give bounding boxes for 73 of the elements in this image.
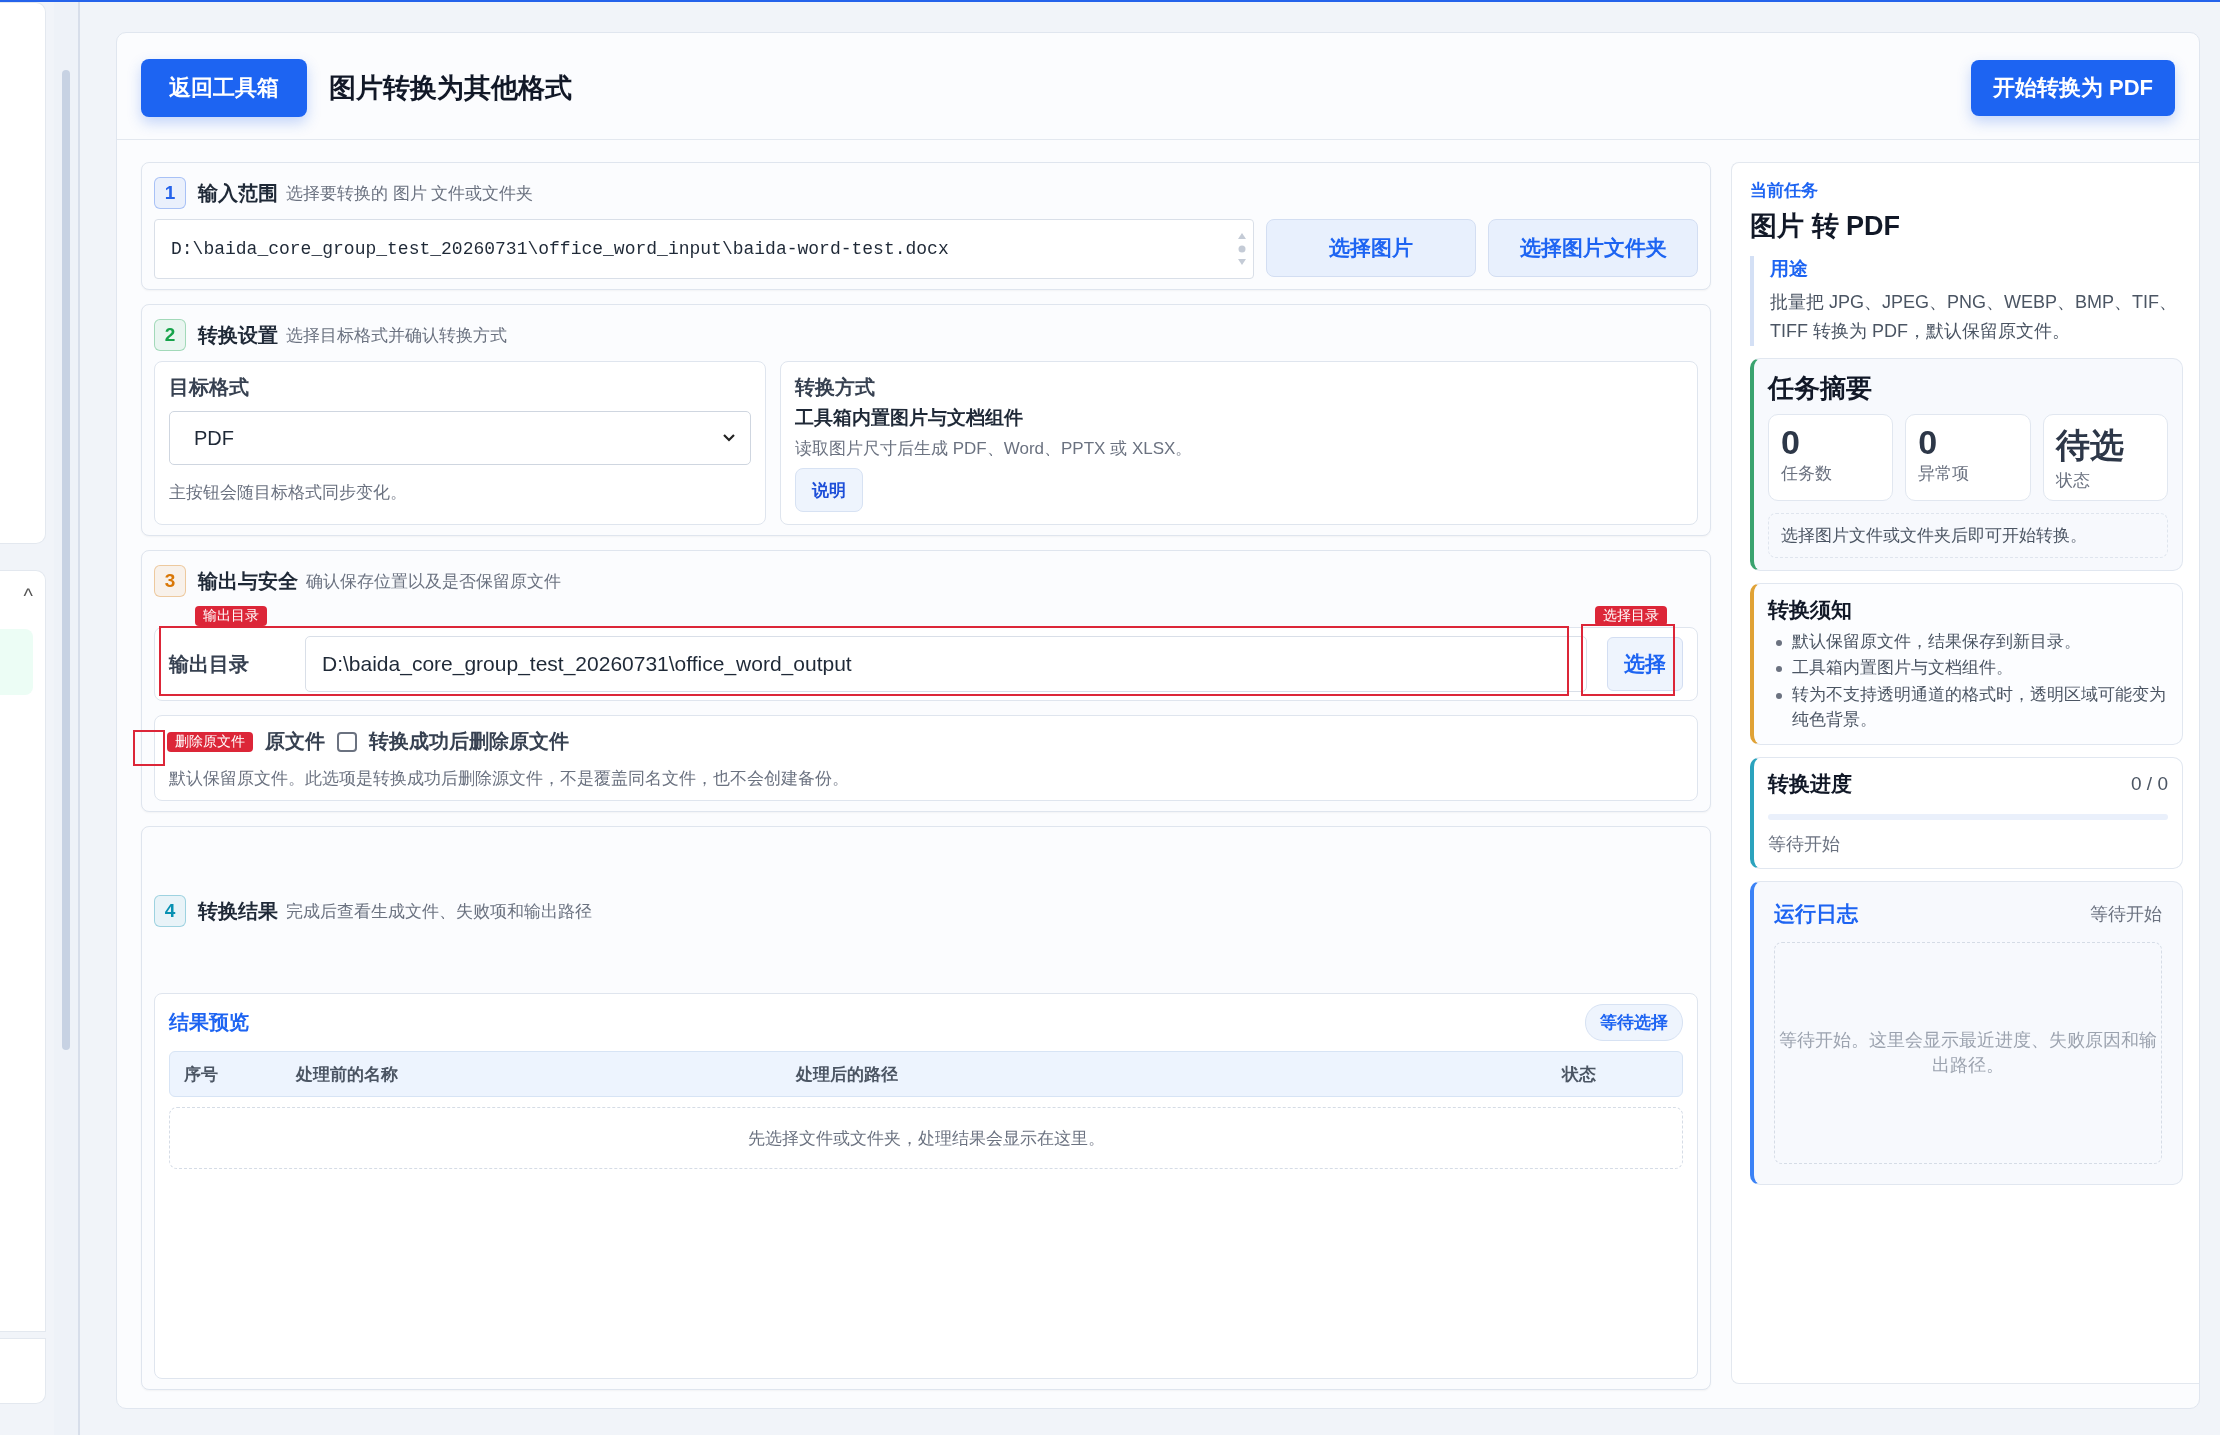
section-title: 转换结果 xyxy=(198,898,278,924)
summary-note: 选择图片文件或文件夹后即可开始转换。 xyxy=(1768,512,2168,558)
select-button[interactable]: 选择图片文件夹 xyxy=(1488,219,1698,277)
log-status: 等待开始 xyxy=(2090,903,2162,927)
step-number: 3 xyxy=(154,565,186,597)
method-description: 读取图片尺寸后生成 PDF、Word、PPTX 或 XLSX。 xyxy=(795,438,1194,460)
annotation-tag: 输出目录 xyxy=(195,606,267,626)
step-number: 4 xyxy=(154,895,186,927)
notice-item: 默认保留原文件，结果保存到新目录。 xyxy=(1792,630,2081,653)
select-button[interactable]: 选择图片 xyxy=(1266,219,1476,277)
method-name: 工具箱内置图片与文档组件 xyxy=(795,406,1024,430)
section-hint: 完成后查看生成文件、失败项和输出路径 xyxy=(286,900,592,923)
help-button[interactable]: 说明 xyxy=(795,468,863,512)
section-hint: 选择要转换的 图片 文件或文件夹 xyxy=(286,182,534,205)
format-dropdown[interactable]: PDF xyxy=(169,411,751,465)
field-label: 目标格式 xyxy=(169,375,250,400)
section-title: 输出与安全 xyxy=(198,568,298,594)
empty-message: 先选择文件或文件夹，处理结果会显示在这里。 xyxy=(169,1107,1683,1169)
stat-value: 待选 xyxy=(2055,424,2125,466)
card-title: 转换须知 xyxy=(1768,596,1853,623)
notice-item: 转为不支持透明通道的格式时，透明区域可能变为纯色背景。 xyxy=(1792,683,2167,731)
field-note: 主按钮会随目标格式同步变化。 xyxy=(169,482,408,504)
checkbox-label[interactable]: 转换成功后删除原文件 xyxy=(369,728,569,755)
scroll-arrows-icon xyxy=(1237,232,1247,266)
column-header: 序号 xyxy=(183,1063,219,1086)
progress-count: 0 / 0 xyxy=(2131,773,2168,796)
bullet-icon xyxy=(1776,692,1782,699)
path-field[interactable]: D:\baida_core_group_test_20260731\office_word_input\baida-word-test.docx xyxy=(154,219,1254,279)
bullet-icon xyxy=(1776,666,1782,673)
scrollbar-thumb[interactable] xyxy=(62,70,70,1050)
stat-value: 0 xyxy=(1918,422,1939,462)
checkbox[interactable] xyxy=(337,731,357,752)
stat-label: 任务数 xyxy=(1781,462,1833,485)
section-hint: 选择目标格式并确认转换方式 xyxy=(286,324,507,347)
section-title: 转换设置 xyxy=(198,322,278,348)
annotation-tag: 选择目录 xyxy=(1595,606,1667,626)
back-button[interactable]: 返回工具箱 xyxy=(141,59,307,117)
column-header: 处理后的路径 xyxy=(796,1063,899,1086)
progress-status: 等待开始 xyxy=(1768,833,1841,857)
card-title: 转换进度 xyxy=(1768,771,1852,798)
choose-button[interactable]: 选择 xyxy=(1607,637,1683,691)
card-title: 任务摘要 xyxy=(1768,371,1873,405)
status-badge: 等待选择 xyxy=(1585,1004,1683,1041)
start-button[interactable]: 开始转换为 PDF xyxy=(1970,60,2175,116)
stat-value: 0 xyxy=(1781,422,1801,462)
column-header: 状态 xyxy=(1562,1063,1597,1086)
option-note: 默认保留原文件。此选项是转换成功后删除源文件，不是覆盖同名文件，也不会创建备份。 xyxy=(169,768,850,790)
step-number: 1 xyxy=(154,177,186,209)
bullet-icon xyxy=(1776,639,1782,646)
chevron-icon xyxy=(722,433,736,443)
column-header: 处理前的名称 xyxy=(296,1063,399,1086)
page-title: 图片转换为其他格式 xyxy=(329,72,572,105)
field-label: 原文件 xyxy=(265,729,325,754)
output-path-field[interactable]: D:\baida_core_group_test_20260731\office_word_output xyxy=(305,636,1587,692)
annotation-frame xyxy=(133,730,165,766)
preview-title: 结果预览 xyxy=(169,1010,249,1035)
log-placeholder: 等待开始。这里会显示最近进度、失败原因和输出路径。 xyxy=(1778,1028,2158,1078)
annotation-tag: 删除原文件 xyxy=(167,732,253,752)
notice-item: 工具箱内置图片与文档组件。 xyxy=(1792,657,2013,680)
caret-text[interactable]: ^ xyxy=(23,585,33,608)
task-title: 图片 转 PDF xyxy=(1750,210,1901,243)
panel-label: 当前任务 xyxy=(1750,180,1819,202)
side-card xyxy=(0,1338,46,1404)
usage-text: 批量把 JPG、JPEG、PNG、WEBP、BMP、TIF、TIFF 转换为 PDF，默认保留原文件。 xyxy=(1770,291,2179,343)
field-label: 转换方式 xyxy=(795,375,876,400)
section-title: 输入范围 xyxy=(198,180,278,206)
log-title: 运行日志 xyxy=(1774,901,1858,928)
field-label: 输出目录 xyxy=(169,651,250,677)
stat-label: 异常项 xyxy=(1918,462,1971,485)
stat-label: 状态 xyxy=(2055,469,2091,492)
step-number: 2 xyxy=(154,319,186,351)
section-hint: 确认保存位置以及是否保留原文件 xyxy=(306,570,561,593)
usage-label: 用途 xyxy=(1770,257,1809,281)
